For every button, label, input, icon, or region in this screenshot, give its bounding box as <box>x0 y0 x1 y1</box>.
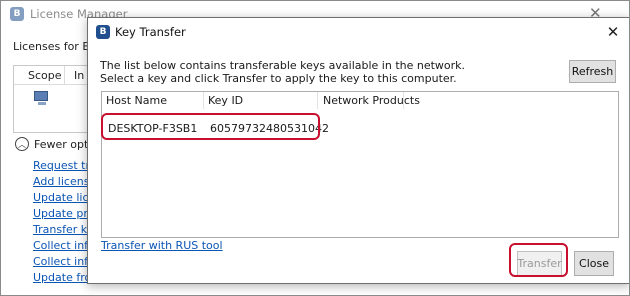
table-row[interactable]: DESKTOP-F3SB1 60579732480531042 <box>102 117 618 141</box>
column-divider <box>64 66 65 85</box>
key-transfer-dialog: B Key Transfer ✕ The list below contains… <box>87 17 630 284</box>
column-scope[interactable]: Scope <box>28 69 62 82</box>
transfer-button[interactable]: Transfer <box>517 251 562 276</box>
app-logo-icon: B <box>96 25 110 39</box>
dialog-title: Key Transfer <box>115 25 186 39</box>
keys-list[interactable]: Host Name Key ID Network Products DESKTO… <box>101 91 619 238</box>
column-divider <box>403 92 404 109</box>
close-icon[interactable]: ✕ <box>602 22 624 42</box>
column-divider <box>203 92 204 109</box>
dialog-titlebar: B Key Transfer ✕ <box>88 18 629 46</box>
description-line-2: Select a key and click Transfer to apply… <box>100 72 457 85</box>
host-name-cell: DESKTOP-F3SB1 <box>108 122 198 135</box>
dialog-description: The list below contains transferable key… <box>100 59 465 85</box>
transfer-with-rus-link[interactable]: Transfer with RUS tool <box>101 239 223 252</box>
column-network-products[interactable]: Network Products <box>323 94 420 107</box>
chevron-up-circle-icon[interactable]: ︿ <box>15 137 29 151</box>
column-key-id[interactable]: Key ID <box>208 94 243 107</box>
column-host-name[interactable]: Host Name <box>106 94 167 107</box>
app-logo-icon: B <box>10 7 24 21</box>
computer-icon <box>34 91 48 105</box>
refresh-button[interactable]: Refresh <box>569 60 616 83</box>
column-divider <box>317 92 318 109</box>
key-id-cell: 60579732480531042 <box>210 122 329 135</box>
close-button[interactable]: Close <box>574 251 614 276</box>
description-line-1: The list below contains transferable key… <box>100 59 466 72</box>
keys-list-header: Host Name Key ID Network Products <box>102 92 618 109</box>
